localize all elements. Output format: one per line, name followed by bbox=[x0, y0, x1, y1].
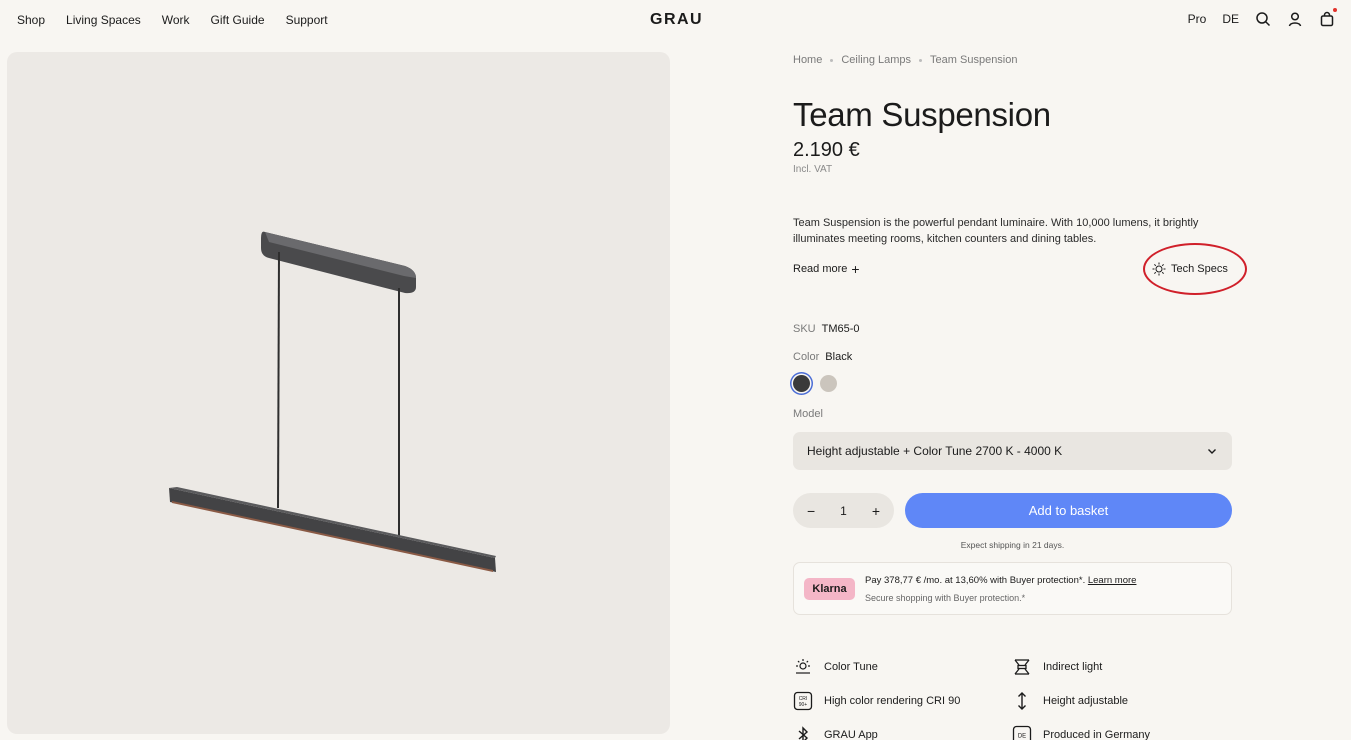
color-swatches bbox=[793, 375, 837, 392]
shipping-note: Expect shipping in 21 days. bbox=[960, 540, 1065, 550]
account-icon[interactable] bbox=[1287, 11, 1303, 27]
swatch-grey[interactable] bbox=[820, 375, 837, 392]
nav-gift-guide[interactable]: Gift Guide bbox=[211, 13, 265, 27]
product-description: Team Suspension is the powerful pendant … bbox=[793, 217, 1199, 245]
add-to-basket-button[interactable]: Add to basket bbox=[905, 493, 1232, 528]
breadcrumb-current[interactable]: Team Suspension bbox=[930, 54, 1017, 66]
indirect-light-icon bbox=[1014, 659, 1030, 675]
main-nav: Shop Living Spaces Work Gift Guide Suppo… bbox=[17, 13, 328, 27]
feature-label: Produced in Germany bbox=[1043, 729, 1150, 740]
feature-cri: CRI 90+ High color rendering CRI 90 bbox=[793, 691, 960, 711]
lamp-illustration bbox=[169, 231, 496, 572]
breadcrumb-home[interactable]: Home bbox=[793, 54, 822, 66]
color-label: Color bbox=[793, 351, 820, 363]
feature-label: Color Tune bbox=[824, 661, 878, 673]
nav-living-spaces[interactable]: Living Spaces bbox=[66, 13, 141, 27]
breadcrumb-separator bbox=[919, 58, 923, 62]
klarna-logo: Klarna bbox=[804, 578, 855, 600]
nav-support[interactable]: Support bbox=[286, 13, 328, 27]
sku-value: TM65-0 bbox=[821, 323, 860, 335]
svg-text:90+: 90+ bbox=[799, 702, 808, 708]
sku-row: SKU TM65-0 bbox=[793, 323, 860, 335]
search-icon[interactable] bbox=[1255, 11, 1271, 27]
product-image[interactable] bbox=[7, 52, 670, 734]
feature-label: GRAU App bbox=[824, 729, 878, 740]
cart-badge bbox=[1333, 8, 1337, 12]
model-selected-value: Height adjustable + Color Tune 2700 K - … bbox=[807, 444, 1063, 458]
color-tune-icon bbox=[796, 659, 810, 674]
feature-grau-app: GRAU App bbox=[793, 725, 878, 740]
increase-quantity-button[interactable]: + bbox=[872, 503, 880, 519]
breadcrumb-ceiling-lamps[interactable]: Ceiling Lamps bbox=[841, 54, 911, 66]
color-row: Color Black bbox=[793, 351, 852, 363]
product-price: 2.190 € bbox=[793, 139, 860, 161]
feature-made-in-germany: DE Produced in Germany bbox=[1012, 725, 1150, 740]
read-more-button[interactable]: Read more + bbox=[793, 260, 860, 277]
product-title: Team Suspension bbox=[793, 96, 1051, 133]
decrease-quantity-button[interactable]: − bbox=[807, 503, 815, 519]
header-actions: Pro DE bbox=[1188, 8, 1337, 27]
klarna-line1: Pay 378,77 € /mo. at 13,60% with Buyer p… bbox=[865, 575, 1086, 586]
klarna-financing-text: Pay 378,77 € /mo. at 13,60% with Buyer p… bbox=[865, 575, 1136, 586]
klarna-box: Klarna Pay 378,77 € /mo. at 13,60% with … bbox=[793, 562, 1232, 615]
plus-icon: + bbox=[851, 260, 860, 277]
height-adjust-icon bbox=[1018, 692, 1026, 710]
cri-icon: CRI 90+ bbox=[793, 691, 813, 711]
model-label: Model bbox=[793, 408, 823, 420]
quantity-stepper: − 1 + bbox=[793, 493, 894, 528]
vat-note: Incl. VAT bbox=[793, 164, 833, 175]
feature-label: Indirect light bbox=[1043, 661, 1103, 673]
model-select[interactable]: Height adjustable + Color Tune 2700 K - … bbox=[793, 432, 1232, 470]
color-value: Black bbox=[825, 351, 853, 363]
feature-height-adjustable: Height adjustable bbox=[1012, 691, 1128, 711]
nav-shop[interactable]: Shop bbox=[17, 13, 45, 27]
site-header: Shop Living Spaces Work Gift Guide Suppo… bbox=[0, 0, 1351, 42]
breadcrumb-separator bbox=[830, 58, 834, 62]
nav-work[interactable]: Work bbox=[162, 13, 190, 27]
klarna-learn-more-link[interactable]: Learn more bbox=[1088, 575, 1137, 586]
language-switch[interactable]: DE bbox=[1222, 12, 1239, 26]
cart-icon[interactable] bbox=[1319, 8, 1337, 27]
klarna-line2: Secure shopping with Buyer protection.* bbox=[865, 593, 1026, 603]
feature-label: Height adjustable bbox=[1043, 695, 1129, 707]
read-more-label: Read more bbox=[793, 263, 848, 275]
feature-label: High color rendering CRI 90 bbox=[824, 695, 961, 707]
bluetooth-icon bbox=[798, 726, 809, 740]
pro-link[interactable]: Pro bbox=[1188, 12, 1207, 26]
feature-indirect-light: Indirect light bbox=[1012, 657, 1102, 677]
feature-color-tune: Color Tune bbox=[793, 657, 878, 677]
de-icon: DE bbox=[1012, 725, 1032, 740]
chevron-down-icon bbox=[1208, 449, 1216, 454]
svg-text:DE: DE bbox=[1018, 734, 1026, 740]
swatch-black[interactable] bbox=[793, 375, 810, 392]
quantity-value[interactable]: 1 bbox=[840, 504, 847, 518]
sku-label: SKU bbox=[793, 323, 816, 335]
brand-logo[interactable]: GRAU bbox=[650, 11, 703, 29]
breadcrumb: Home Ceiling Lamps Team Suspension bbox=[793, 54, 1018, 66]
highlight-circle bbox=[1143, 243, 1247, 295]
